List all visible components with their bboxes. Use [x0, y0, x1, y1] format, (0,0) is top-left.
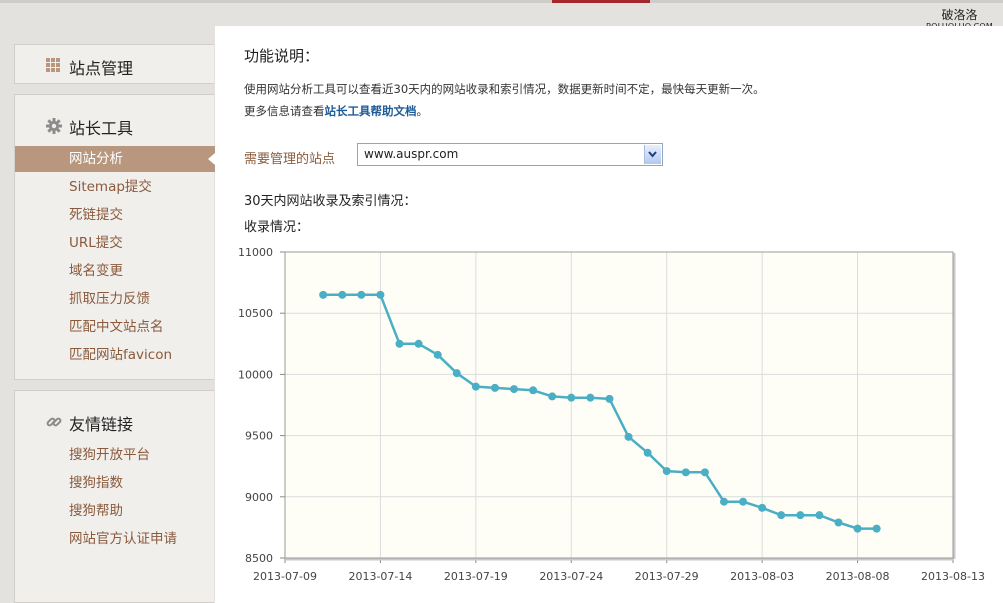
x-tick-label: 2013-07-24 — [539, 570, 603, 583]
grid-icon — [46, 58, 60, 72]
site-manage-box[interactable]: 站点管理 — [14, 44, 214, 84]
sidebar-item-url-submit[interactable]: URL提交 — [15, 230, 215, 256]
data-point — [395, 339, 404, 348]
site-manage-label[interactable]: 站点管理 — [69, 55, 133, 79]
x-tick-label: 2013-08-08 — [826, 570, 890, 583]
main-panel: 功能说明： 使用网站分析工具可以查看近30天内的网站收录和索引情况，数据更新时间… — [215, 26, 1003, 603]
data-point — [452, 369, 461, 378]
active-notch — [208, 153, 215, 165]
chevron-down-icon — [648, 151, 657, 158]
sidebar-item-sogou-open[interactable]: 搜狗开放平台 — [15, 442, 215, 468]
data-point — [815, 511, 824, 520]
x-tick-label: 2013-07-19 — [444, 570, 508, 583]
data-point — [853, 524, 862, 533]
sidebar-item-label: 搜狗开放平台 — [69, 447, 150, 463]
data-point — [548, 392, 557, 401]
sidebar-item-label: 匹配网站favicon — [69, 347, 173, 363]
data-point — [700, 468, 709, 477]
sidebar-item-favicon[interactable]: 匹配网站favicon — [15, 342, 215, 368]
data-point — [319, 290, 328, 299]
chart-title: 收录情况： — [244, 220, 310, 235]
plot-area — [285, 252, 953, 558]
x-tick-label: 2013-07-09 — [253, 570, 317, 583]
gear-icon — [46, 118, 62, 134]
data-point — [872, 524, 881, 533]
data-point — [338, 290, 347, 299]
sidebar-item-site-analysis[interactable]: 网站分析 — [15, 146, 215, 172]
watermark-text: 破洛洛 — [941, 8, 978, 22]
data-point — [357, 290, 366, 299]
y-tick-label: 8500 — [245, 552, 273, 565]
sidebar-item-chinese-name[interactable]: 匹配中文站点名 — [15, 314, 215, 340]
help-doc-link[interactable]: 站长工具帮助文档 — [325, 104, 417, 118]
data-point — [586, 393, 595, 402]
sidebar-item-sogou-index[interactable]: 搜狗指数 — [15, 470, 215, 496]
data-point — [433, 350, 442, 359]
data-point — [758, 503, 767, 512]
sidebar-item-label: 搜狗帮助 — [69, 503, 123, 519]
friend-links-label: 友情链接 — [69, 415, 134, 434]
y-tick-label: 9000 — [245, 491, 273, 504]
data-point — [510, 385, 519, 394]
link-icon — [46, 417, 62, 427]
description-text: 使用网站分析工具可以查看近30天内的网站收录和索引情况，数据更新时间不定，最快每… — [244, 82, 765, 96]
site-select[interactable]: www.auspr.com — [357, 143, 663, 166]
data-point — [567, 393, 576, 402]
indexed-pages-chart: 8500 9000 9500 10000 10500 11000 2013-07-09 201… — [238, 246, 985, 583]
data-point — [796, 511, 805, 520]
site-select-value: www.auspr.com — [364, 147, 459, 161]
sidebar-item-label: 搜狗指数 — [69, 475, 123, 491]
sidebar-item-domain-change[interactable]: 域名变更 — [15, 258, 215, 284]
sidebar-item-label: 域名变更 — [69, 263, 123, 279]
more-info-suffix: 。 — [416, 104, 429, 118]
data-point — [834, 518, 843, 527]
sidebar-item-label: 死链提交 — [69, 207, 123, 223]
sidebar-item-official-cert[interactable]: 网站官方认证申请 — [15, 526, 215, 552]
data-point — [490, 383, 499, 392]
data-point — [605, 394, 614, 403]
sidebar-item-sitemap[interactable]: Sitemap提交 — [15, 174, 215, 200]
sidebar-item-sogou-help[interactable]: 搜狗帮助 — [15, 498, 215, 524]
sidebar-item-label: 网站官方认证申请 — [69, 531, 177, 547]
section-title: 30天内网站收录及索引情况： — [244, 194, 417, 209]
y-tick-label: 10500 — [238, 307, 273, 320]
top-border — [0, 0, 1003, 3]
x-tick-label: 2013-07-14 — [348, 570, 412, 583]
data-point — [529, 386, 538, 395]
sidebar-item-label: URL提交 — [69, 235, 123, 251]
data-point — [624, 432, 633, 441]
data-point — [471, 382, 480, 391]
sidebar-item-label: 抓取压力反馈 — [69, 291, 150, 307]
webmaster-tools-box: 站长工具 网站分析 Sitemap提交 死链提交 URL提交 域名变更 抓取压力… — [14, 94, 215, 380]
x-tick-label: 2013-08-13 — [921, 570, 985, 583]
site-select-label: 需要管理的站点 — [244, 152, 336, 167]
data-point — [719, 497, 728, 506]
data-point — [662, 467, 671, 476]
webmaster-tools-label: 站长工具 — [69, 119, 134, 138]
more-info-prefix: 更多信息请查看 — [244, 104, 325, 118]
sidebar-item-label: 网站分析 — [69, 151, 123, 167]
y-tick-label: 11000 — [238, 246, 273, 259]
sidebar-item-label: Sitemap提交 — [69, 179, 152, 195]
sidebar-item-dead-links[interactable]: 死链提交 — [15, 202, 215, 228]
more-info-text: 更多信息请查看站长工具帮助文档。 — [244, 103, 428, 119]
data-point — [376, 290, 385, 299]
data-point — [681, 468, 690, 477]
data-point — [739, 497, 748, 506]
friend-links-box: 友情链接 搜狗开放平台 搜狗指数 搜狗帮助 网站官方认证申请 — [14, 390, 214, 603]
x-tick-label: 2013-08-03 — [730, 570, 794, 583]
data-point — [643, 448, 652, 457]
data-point — [777, 511, 786, 520]
y-tick-label: 9500 — [245, 430, 273, 443]
page-title: 功能说明： — [244, 47, 320, 65]
y-tick-label: 10000 — [238, 368, 273, 381]
dropdown-button[interactable] — [644, 145, 661, 164]
x-tick-label: 2013-07-29 — [635, 570, 699, 583]
sidebar-item-label: 匹配中文站点名 — [69, 319, 164, 335]
sidebar-item-crawl-pressure[interactable]: 抓取压力反馈 — [15, 286, 215, 312]
data-point — [414, 339, 423, 348]
active-tab-indicator — [552, 0, 650, 3]
